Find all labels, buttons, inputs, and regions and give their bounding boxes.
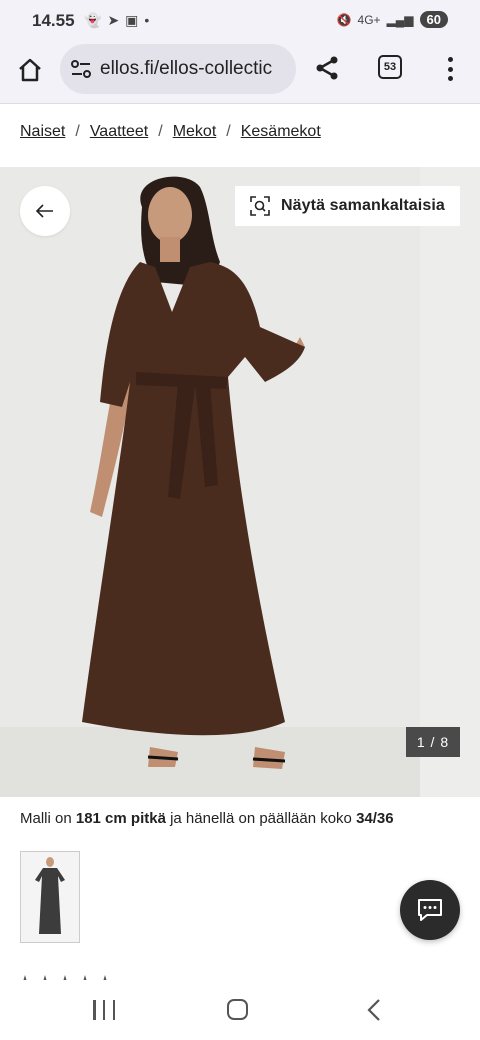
status-time: 14.55 — [32, 11, 75, 30]
system-status: 🔇 4G+ ▂▄▆ 60 — [337, 11, 448, 28]
model-size: 34/36 — [356, 810, 394, 827]
breadcrumb-separator: / — [158, 123, 163, 140]
browser-menu-icon[interactable] — [440, 54, 460, 84]
chat-button[interactable] — [400, 880, 460, 940]
site-settings-icon[interactable] — [70, 59, 92, 79]
breadcrumb-link-mekot[interactable]: Mekot — [173, 123, 217, 141]
back-button[interactable] — [20, 186, 70, 236]
model-info-prefix: Malli on — [20, 810, 72, 827]
telegram-icon: ➤ — [107, 12, 120, 28]
breadcrumb-separator: / — [75, 123, 80, 140]
android-nav-bar — [0, 980, 480, 1040]
product-thumbnail[interactable] — [20, 851, 80, 943]
breadcrumb-link-naiset[interactable]: Naiset — [20, 123, 65, 141]
breadcrumb: Naiset / Vaatteet / Mekot / Kesämekot — [20, 123, 321, 141]
address-bar[interactable]: ellos.fi/ellos-collectic — [60, 44, 296, 94]
status-bar: 14.55 👻 ➤ ▣ • 🔇 4G+ ▂▄▆ 60 — [0, 0, 480, 42]
home-nav-icon[interactable] — [227, 999, 248, 1020]
arrow-left-icon — [36, 204, 53, 218]
thumbnail-image — [35, 857, 65, 934]
product-photo-model — [82, 176, 305, 769]
image-counter: 1 / 8 — [406, 727, 460, 757]
show-similar-label: Näytä samankaltaisia — [281, 197, 445, 214]
snapchat-icon: 👻 — [84, 12, 102, 28]
back-nav-icon[interactable] — [364, 998, 384, 1022]
model-info-middle: ja hänellä on päällään koko — [170, 810, 352, 827]
show-similar-button[interactable]: Näytä samankaltaisia — [235, 186, 460, 226]
breadcrumb-separator: / — [226, 123, 231, 140]
breadcrumb-link-vaatteet[interactable]: Vaatteet — [90, 123, 148, 141]
product-image-gallery[interactable]: Näytä samankaltaisia 1 / 8 — [0, 167, 480, 797]
more-notifications-icon: • — [144, 12, 150, 28]
chat-icon — [418, 899, 442, 921]
mute-icon: 🔇 — [336, 12, 352, 27]
tab-switcher-button[interactable]: 53 — [378, 55, 402, 79]
model-height: 181 cm pitkä — [75, 810, 166, 827]
next-image-peek[interactable] — [420, 167, 480, 797]
network-type: 4G+ — [357, 12, 381, 27]
home-icon[interactable] — [16, 56, 44, 84]
visual-search-icon — [250, 196, 270, 216]
model-info: Malli on 181 cm pitkä ja hänellä on pääl… — [20, 810, 394, 827]
battery-level: 60 — [419, 11, 448, 28]
browser-toolbar: ellos.fi/ellos-collectic 53 — [0, 42, 480, 104]
share-icon[interactable] — [313, 54, 341, 82]
recent-apps-icon[interactable] — [93, 1000, 115, 1020]
url-text: ellos.fi/ellos-collectic — [100, 58, 273, 79]
breadcrumb-link-kesamekot[interactable]: Kesämekot — [241, 123, 321, 141]
signal-icon: ▂▄▆ — [386, 12, 414, 27]
notification-icons: 👻 ➤ ▣ • — [84, 12, 149, 28]
screenshot-icon: ▣ — [125, 12, 139, 28]
